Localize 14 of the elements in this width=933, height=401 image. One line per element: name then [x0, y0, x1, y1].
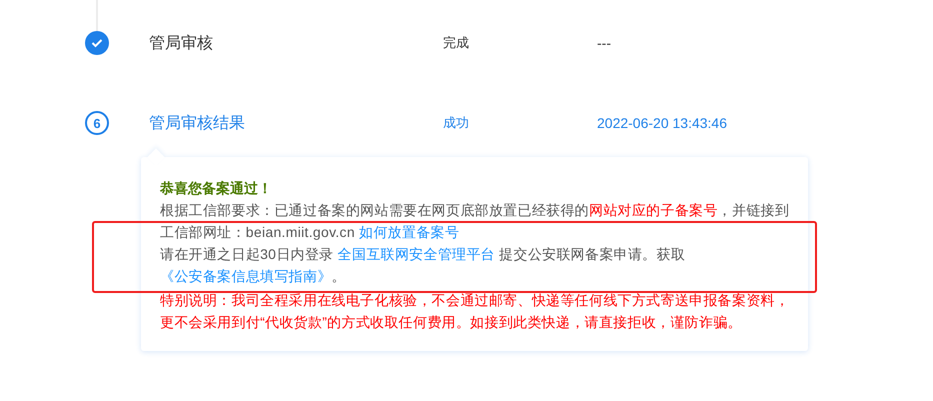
text-link[interactable]: 如何放置备案号: [359, 224, 460, 240]
notice-text: 请在开通之日起30日内登录 全国互联网安全管理平台 提交公安联网备案申请。获取 《公安备案信息填写指南》。: [160, 245, 686, 286]
step-title: 管局审核结果: [149, 114, 245, 134]
notice-text: 根据工信部要求：已通过备案的网站需要在网页底部放置已经获得的网站对应的子备案号，并链接到工信部网址：beian.miit.gov.cn 如何放置备案号: [160, 201, 790, 242]
step-number: 6: [85, 111, 109, 135]
step-status: 完成: [443, 34, 469, 52]
step-time: ---: [597, 35, 611, 51]
text-link[interactable]: 全国互联网安全管理平台: [338, 246, 495, 262]
step-status: 成功: [443, 114, 469, 132]
step-title: 管局审核: [149, 34, 213, 54]
text-link[interactable]: 《公安备案信息填写指南》: [160, 268, 332, 284]
step-time: 2022-06-20 13:43:46: [597, 115, 727, 131]
notice-heading: 恭喜您备案通过！: [160, 179, 273, 198]
warning-text: 特别说明：我司全程采用在线电子化核验，不会通过邮寄、快递等任何线下方式寄送申报备案资料，更不会采用到付“代收货款”的方式收取任何费用。如接到此类快递，请直接拒收，谨防诈骗。: [160, 291, 790, 332]
